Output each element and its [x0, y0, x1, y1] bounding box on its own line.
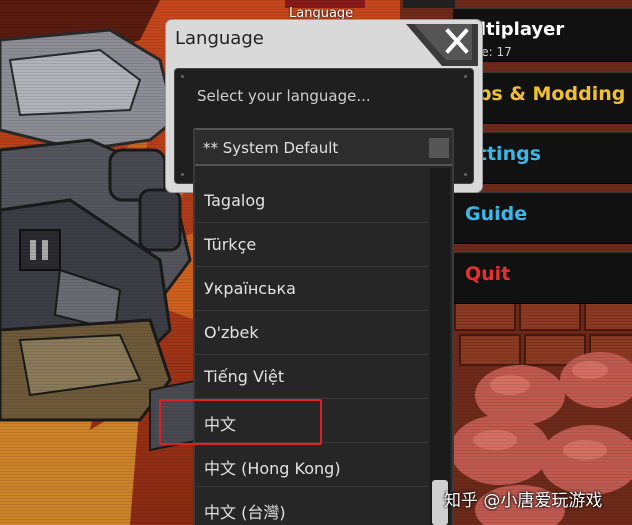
scrollbar-track[interactable] — [430, 168, 450, 525]
selected-option[interactable]: ** System Default — [195, 128, 452, 166]
language-dropdown-list[interactable]: ** System Default Tagalog Türkçe Українс… — [193, 128, 454, 525]
language-option-turkce[interactable]: Türkçe — [195, 224, 428, 267]
dialog-title: Language — [175, 28, 264, 49]
background-language-label: Language — [289, 6, 354, 21]
menu-item-quit[interactable]: Quit — [453, 252, 632, 304]
select-placeholder: Select your language... — [197, 87, 371, 105]
rivet — [464, 173, 467, 176]
option-label: Tiếng Việt — [204, 367, 285, 386]
watermark: 知乎 @小唐爱玩游戏 — [444, 491, 603, 511]
selected-option-label: ** System Default — [203, 139, 339, 157]
menu-item-label: aps & Modding — [465, 83, 626, 105]
language-option-uzbek[interactable]: O'zbek — [195, 312, 428, 355]
option-label: Türkçe — [204, 235, 257, 254]
rivet — [181, 173, 184, 176]
close-x-icon — [406, 24, 478, 66]
menu-item-guide[interactable]: Guide — [453, 192, 632, 244]
menu-item-label: Guide — [465, 203, 528, 225]
option-label: O'zbek — [204, 323, 259, 342]
language-option-chinese-tw[interactable]: 中文 (台灣) — [195, 488, 428, 525]
language-option-tagalog[interactable]: Tagalog — [195, 180, 428, 223]
language-option-vietnamese[interactable]: Tiếng Việt — [195, 356, 428, 399]
rivet — [464, 75, 467, 78]
language-option-chinese-hk[interactable]: 中文 (Hong Kong) — [195, 444, 428, 487]
rivet — [181, 75, 184, 78]
highlight-annotation-box — [159, 399, 322, 445]
menu-item-label: Quit — [465, 263, 511, 285]
dropdown-toggle[interactable] — [429, 138, 449, 158]
option-label: 中文 (Hong Kong) — [204, 459, 341, 478]
close-button[interactable] — [402, 24, 478, 66]
language-option-ukrainian[interactable]: Українська — [195, 268, 428, 311]
option-label: 中文 (台灣) — [204, 503, 286, 522]
option-label: Tagalog — [204, 191, 266, 210]
option-label: Українська — [204, 279, 296, 298]
